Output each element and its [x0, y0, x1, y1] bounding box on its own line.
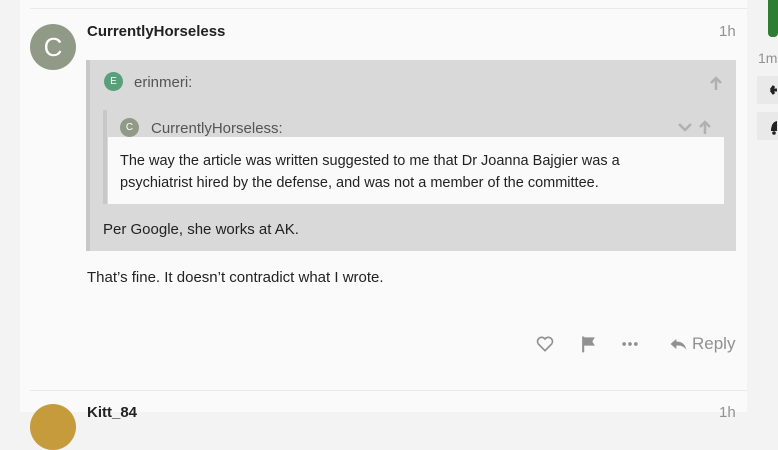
- nested-quote-text: The way the article was written suggeste…: [120, 153, 620, 191]
- sidebar-timestamp: 1m: [758, 50, 778, 66]
- post-body: That’s fine. It doesn’t contradict what …: [87, 269, 384, 286]
- ellipsis-icon: [622, 342, 638, 346]
- reply-label: Reply: [692, 334, 736, 353]
- nested-quote-avatar: C: [120, 118, 139, 137]
- like-button[interactable]: [533, 332, 557, 356]
- post-divider: [30, 8, 747, 9]
- next-post-author[interactable]: Kitt_84: [87, 404, 137, 421]
- arrow-left-icon: [769, 85, 777, 95]
- post-divider: [30, 390, 747, 391]
- avatar[interactable]: [30, 404, 76, 450]
- sidebar-notification-button[interactable]: [757, 112, 778, 140]
- quote-author[interactable]: erinmeri:: [134, 74, 192, 91]
- more-button[interactable]: [618, 332, 642, 356]
- reply-button[interactable]: Reply: [668, 332, 735, 356]
- avatar[interactable]: C: [30, 24, 76, 70]
- post-author[interactable]: CurrentlyHorseless: [87, 23, 225, 40]
- sidebar-back-button[interactable]: [757, 76, 778, 104]
- flag-button[interactable]: [577, 332, 601, 356]
- heart-icon: [536, 336, 554, 352]
- quote-avatar: E: [104, 72, 123, 91]
- next-post-age[interactable]: 1h: [719, 404, 736, 421]
- post-age[interactable]: 1h: [719, 23, 736, 40]
- arrow-up-icon[interactable]: [708, 75, 724, 91]
- primary-action-button[interactable]: [768, 0, 778, 37]
- reply-icon: [670, 339, 687, 350]
- chevron-down-icon[interactable]: [677, 120, 693, 134]
- quote-text: Per Google, she works at AK.: [103, 221, 299, 238]
- flag-icon: [582, 336, 595, 353]
- bell-icon: [771, 121, 777, 135]
- nested-quote-author[interactable]: CurrentlyHorseless:: [151, 120, 283, 137]
- arrow-up-icon[interactable]: [697, 119, 713, 135]
